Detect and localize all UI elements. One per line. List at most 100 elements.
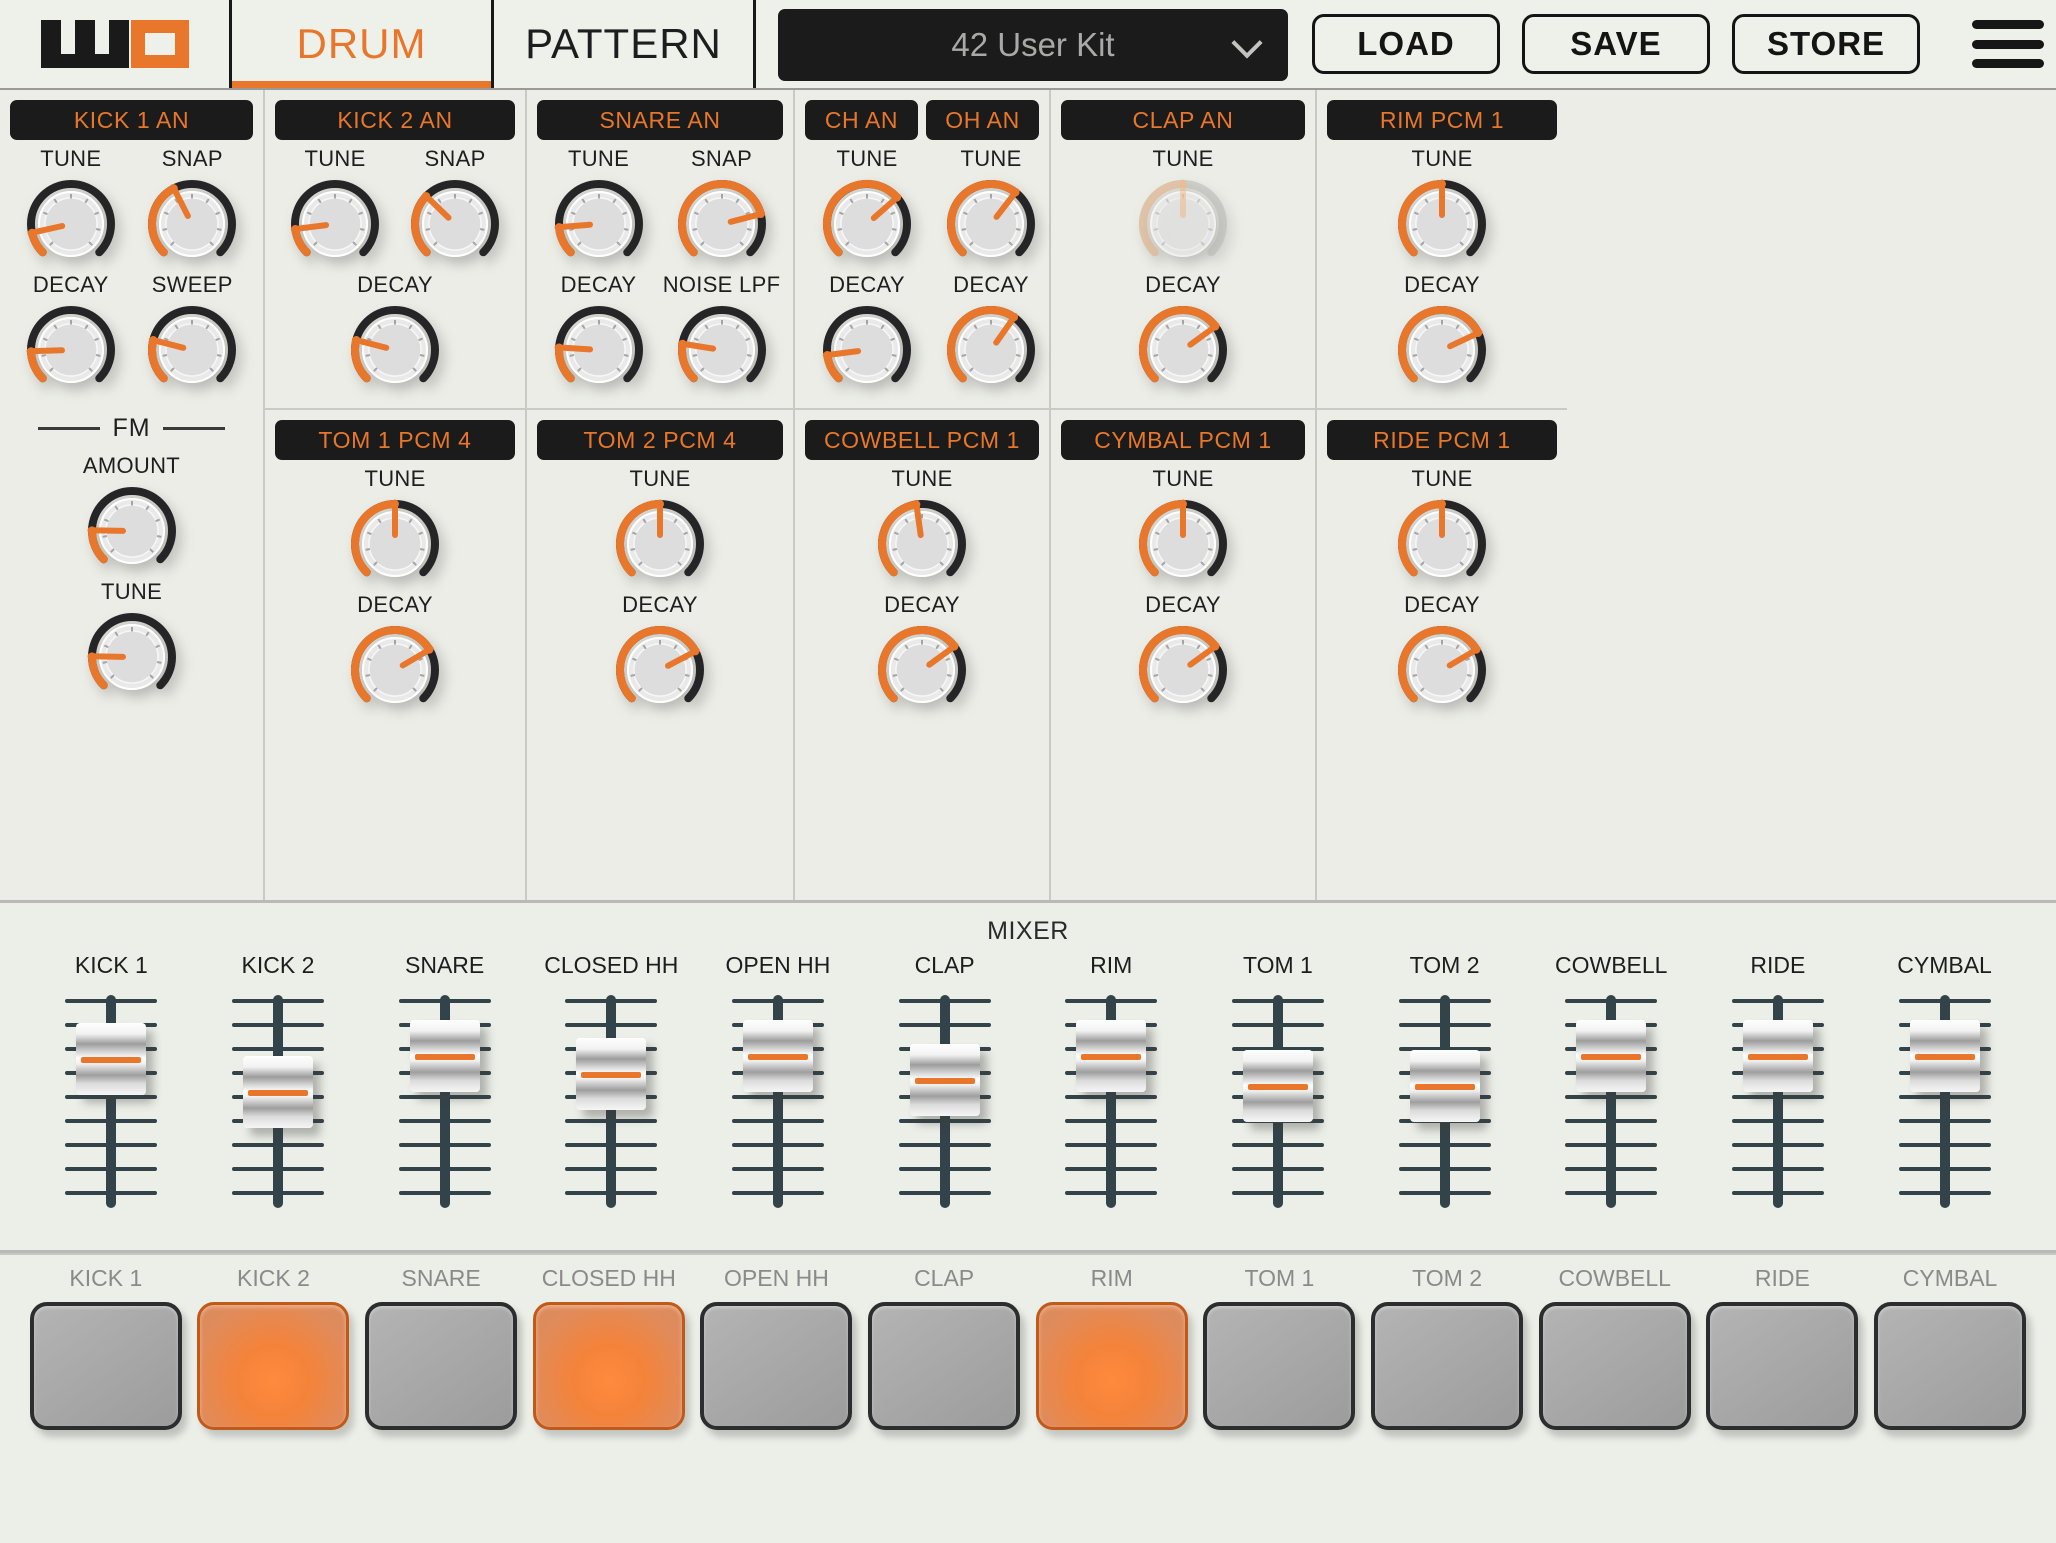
knob-control[interactable] — [874, 496, 970, 592]
drum-pad[interactable] — [1035, 1302, 1188, 1430]
drum-pad[interactable] — [29, 1302, 182, 1430]
load-button-label: LOAD — [1357, 25, 1455, 62]
knob-tune: TUNE — [275, 146, 395, 272]
knob-control[interactable] — [407, 176, 503, 272]
fader-cap[interactable] — [576, 1038, 647, 1110]
save-button[interactable]: SAVE — [1522, 14, 1710, 74]
fader-tick — [1398, 1167, 1491, 1171]
fader-tick — [1231, 1143, 1324, 1147]
mixer-fader[interactable] — [1218, 987, 1338, 1212]
drum-pad[interactable] — [1706, 1302, 1859, 1430]
mixer-channel-label: OPEN HH — [725, 952, 831, 978]
fader-cap[interactable] — [1242, 1050, 1313, 1122]
knob-control[interactable] — [551, 302, 647, 398]
knob-control[interactable] — [347, 302, 443, 398]
fader-tick — [1565, 1095, 1658, 1099]
header-buttons: LOAD SAVE STORE — [1312, 0, 2044, 88]
panel-title-row: RIM PCM 1 — [1327, 100, 1557, 146]
fm-divider-left — [38, 427, 101, 430]
fader-tick — [731, 1119, 824, 1123]
drum-pad[interactable] — [532, 1302, 685, 1430]
knob-control[interactable] — [551, 176, 647, 272]
fader-tick — [898, 999, 991, 1003]
load-button[interactable]: LOAD — [1312, 14, 1500, 74]
mixer-fader[interactable] — [1051, 987, 1171, 1212]
mixer-fader[interactable] — [551, 987, 671, 1212]
drum-pad[interactable] — [700, 1302, 853, 1430]
fader-cap[interactable] — [76, 1023, 147, 1095]
fader-tick — [898, 1143, 991, 1147]
knob-control[interactable] — [612, 622, 708, 718]
knob-control[interactable] — [144, 302, 240, 398]
knob-row: DECAY — [1327, 592, 1557, 718]
knob-control[interactable] — [943, 302, 1039, 398]
synth-column-kick2: KICK 2 AN TUNE SNAP DECAY TOM 1 PCM 4 TU… — [265, 90, 527, 900]
mixer-fader[interactable] — [1385, 987, 1505, 1212]
knob-control[interactable] — [1135, 622, 1231, 718]
fader-cap[interactable] — [409, 1020, 480, 1092]
mixer-fader[interactable] — [1718, 987, 1838, 1212]
fader-cap[interactable] — [1409, 1050, 1480, 1122]
knob-control[interactable] — [144, 176, 240, 272]
drum-pad[interactable] — [1203, 1302, 1356, 1430]
fader-cap[interactable] — [742, 1020, 813, 1092]
preset-selector[interactable]: 42 User Kit — [778, 9, 1288, 81]
fader-cap[interactable] — [1576, 1020, 1647, 1092]
split-right: TUNE DECAY — [929, 146, 1053, 398]
knob-row: TUNE — [1327, 466, 1557, 592]
knob-control[interactable] — [874, 622, 970, 718]
knob-decay: DECAY — [10, 272, 132, 398]
pad-cell-rim: RIM — [1035, 1265, 1188, 1430]
knob-control[interactable] — [1394, 622, 1490, 718]
knob-control[interactable] — [943, 176, 1039, 272]
hamburger-menu-icon[interactable] — [1972, 20, 2044, 68]
knob-control[interactable] — [1394, 496, 1490, 592]
knob-control[interactable] — [347, 622, 443, 718]
knob-control[interactable] — [84, 609, 180, 705]
mixer-fader[interactable] — [51, 987, 171, 1212]
mixer-fader[interactable] — [218, 987, 338, 1212]
knob-control[interactable] — [1394, 302, 1490, 398]
mixer-fader[interactable] — [718, 987, 838, 1212]
knob-control[interactable] — [1135, 496, 1231, 592]
tab-pattern[interactable]: PATTERN — [494, 0, 756, 88]
knob-control[interactable] — [819, 302, 915, 398]
knob-control[interactable] — [612, 496, 708, 592]
knob-row: TUNE — [805, 466, 1039, 592]
mixer-fader[interactable] — [385, 987, 505, 1212]
fader-cap[interactable] — [242, 1056, 313, 1128]
drum-pad[interactable] — [1874, 1302, 2027, 1430]
fader-cap[interactable] — [1742, 1020, 1813, 1092]
knob-control[interactable] — [1394, 176, 1490, 272]
knob-control[interactable] — [23, 176, 119, 272]
knob-control[interactable] — [674, 176, 770, 272]
mixer-fader[interactable] — [885, 987, 1005, 1212]
tab-drum[interactable]: DRUM — [232, 0, 494, 88]
fader-tick — [1731, 1143, 1824, 1147]
drum-pad[interactable] — [365, 1302, 518, 1430]
drum-pad[interactable] — [1371, 1302, 1524, 1430]
fader-cap[interactable] — [1076, 1020, 1147, 1092]
fader-cap[interactable] — [909, 1044, 980, 1116]
store-button[interactable]: STORE — [1732, 14, 1920, 74]
knob-control[interactable] — [84, 483, 180, 579]
drum-pad[interactable] — [868, 1302, 1021, 1430]
knob-control[interactable] — [23, 302, 119, 398]
drum-pad[interactable] — [197, 1302, 350, 1430]
mixer-channel-label: CYMBAL — [1897, 952, 1992, 978]
knob-control[interactable] — [819, 176, 915, 272]
fader-cap[interactable] — [1909, 1020, 1980, 1092]
mixer-fader[interactable] — [1885, 987, 2005, 1212]
knob-label: TUNE — [1152, 146, 1214, 171]
knob-control[interactable] — [1135, 176, 1231, 272]
mixer-fader[interactable] — [1551, 987, 1671, 1212]
knob-control[interactable] — [674, 302, 770, 398]
panel-title: COWBELL PCM 1 — [805, 420, 1039, 460]
knob-decay: DECAY — [537, 272, 660, 398]
knob-row: TUNE — [1327, 146, 1557, 272]
fader-tick — [1398, 999, 1491, 1003]
knob-control[interactable] — [1135, 302, 1231, 398]
drum-pad[interactable] — [1538, 1302, 1691, 1430]
knob-control[interactable] — [287, 176, 383, 272]
knob-control[interactable] — [347, 496, 443, 592]
